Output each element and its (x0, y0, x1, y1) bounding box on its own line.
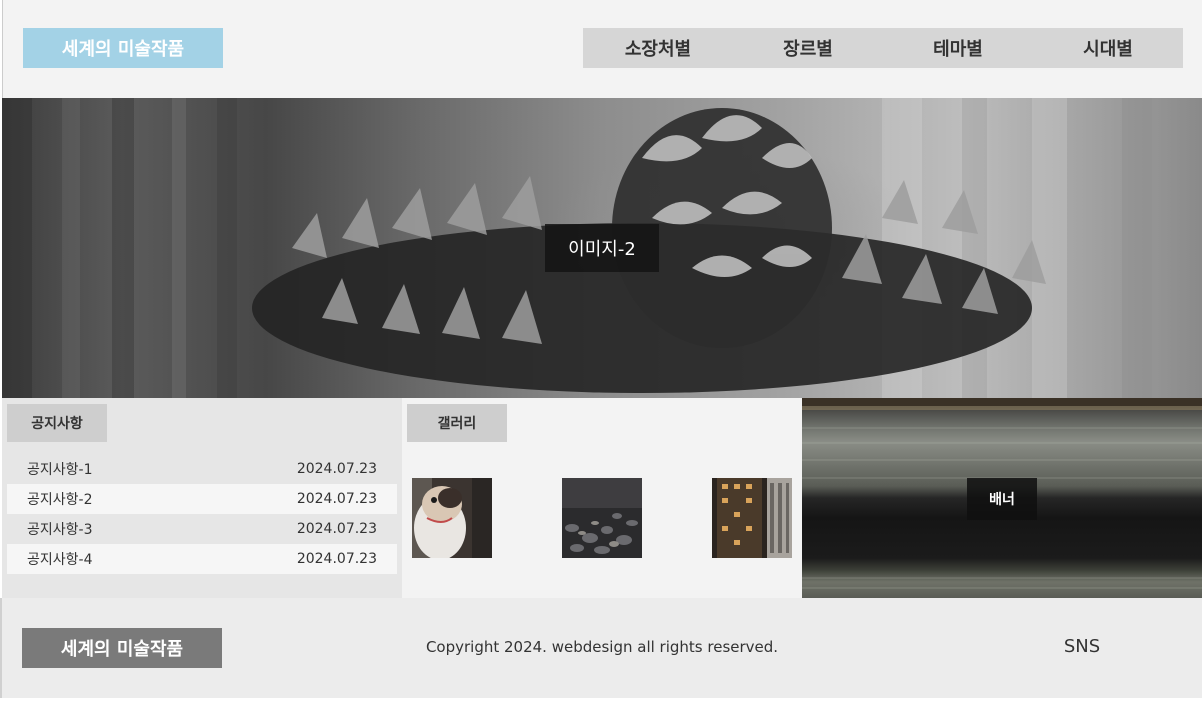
notice-section: 공지사항 공지사항-1 2024.07.23 공지사항-2 2024.07.23… (2, 398, 402, 598)
contents-area: 공지사항 공지사항-1 2024.07.23 공지사항-2 2024.07.23… (2, 398, 1202, 598)
banner-section[interactable]: 배너 (802, 398, 1202, 598)
image-slider: 이미지-2 (2, 98, 1202, 398)
nav-item-genre[interactable]: 장르별 (733, 28, 883, 68)
main-nav: 소장처별 장르별 테마별 시대별 (583, 28, 1183, 68)
notice-date: 2024.07.23 (296, 551, 377, 567)
slide-caption: 이미지-2 (545, 224, 659, 272)
gallery-thumbnails (412, 478, 792, 558)
nav-item-collection[interactable]: 소장처별 (583, 28, 733, 68)
notice-date: 2024.07.23 (296, 491, 377, 507)
site-logo[interactable]: 세계의 미술작품 (23, 28, 223, 68)
gallery-thumb-pebbles[interactable] (562, 478, 642, 558)
footer: 세계의 미술작품 Copyright 2024. webdesign all r… (0, 598, 1202, 698)
notice-title: 공지사항-4 (27, 552, 93, 568)
gallery-thumb-dog[interactable] (412, 478, 492, 558)
copyright-text: Copyright 2024. webdesign all rights res… (425, 638, 779, 656)
footer-logo[interactable]: 세계의 미술작품 (22, 628, 222, 668)
notice-tab[interactable]: 공지사항 (7, 404, 107, 442)
notice-date: 2024.07.23 (296, 461, 377, 477)
sns-link[interactable]: SNS (1042, 636, 1122, 657)
notice-title: 공지사항-3 (27, 522, 93, 538)
page: 세계의 미술작품 소장처별 장르별 테마별 시대별 이미지-2 공지사항 공지사… (0, 0, 1202, 702)
banner-caption: 배너 (967, 478, 1037, 520)
gallery-section: 갤러리 (402, 398, 802, 598)
nav-item-era[interactable]: 시대별 (1033, 28, 1183, 68)
notice-date: 2024.07.23 (296, 521, 377, 537)
notice-title: 공지사항-2 (27, 492, 93, 508)
notice-item[interactable]: 공지사항-3 2024.07.23 (7, 514, 397, 544)
notice-item[interactable]: 공지사항-1 2024.07.23 (7, 454, 397, 484)
gallery-thumb-building[interactable] (712, 478, 792, 558)
header: 세계의 미술작품 소장처별 장르별 테마별 시대별 (2, 0, 1202, 98)
notice-item[interactable]: 공지사항-4 2024.07.23 (7, 544, 397, 574)
notice-item[interactable]: 공지사항-2 2024.07.23 (7, 484, 397, 514)
nav-item-theme[interactable]: 테마별 (883, 28, 1033, 68)
gallery-tab[interactable]: 갤러리 (407, 404, 507, 442)
notice-list: 공지사항-1 2024.07.23 공지사항-2 2024.07.23 공지사항… (7, 454, 397, 574)
notice-title: 공지사항-1 (27, 462, 93, 478)
